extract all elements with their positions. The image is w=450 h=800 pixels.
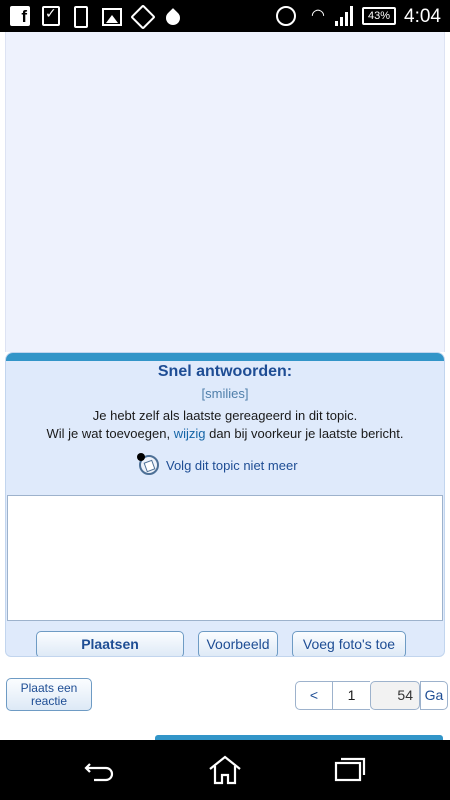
smilies-link[interactable]: [smilies] bbox=[6, 386, 444, 401]
reply-textarea[interactable] bbox=[7, 495, 443, 621]
status-time: 4:04 bbox=[404, 6, 441, 27]
unfollow-icon bbox=[137, 453, 159, 475]
preview-button[interactable]: Voorbeeld bbox=[198, 631, 278, 656]
post-reply-button[interactable]: Plaats een reactie bbox=[6, 678, 92, 711]
add-photos-button[interactable]: Voeg foto's toe bbox=[292, 631, 406, 656]
content-area: Snel antwoorden: [smilies] Je hebt zelf … bbox=[0, 32, 450, 740]
battery-icon: 43% bbox=[362, 7, 396, 25]
edit-link[interactable]: wijzig bbox=[174, 426, 206, 441]
tag-icon bbox=[130, 4, 156, 30]
phone-icon bbox=[74, 6, 88, 28]
page-number-button[interactable]: 1 bbox=[333, 681, 370, 710]
notice-text: dan bij voorkeur je laatste bericht. bbox=[205, 426, 404, 441]
drop-icon bbox=[163, 8, 183, 28]
gallery-icon bbox=[102, 8, 122, 26]
wifi-icon: ◠ bbox=[311, 7, 325, 24]
reply-header-bar bbox=[6, 353, 444, 361]
notice-line-1: Je hebt zelf als laatste gereageerd in d… bbox=[92, 408, 358, 423]
go-button[interactable]: Ga bbox=[420, 681, 448, 710]
unfollow-topic-link[interactable]: Volg dit topic niet meer bbox=[137, 453, 298, 476]
quick-reply-box: Snel antwoorden: [smilies] Je hebt zelf … bbox=[5, 352, 445, 657]
back-icon[interactable] bbox=[82, 754, 118, 786]
post-button[interactable]: Plaatsen bbox=[36, 631, 184, 656]
unfollow-label: Volg dit topic niet meer bbox=[166, 457, 298, 473]
reply-notice: Je hebt zelf als laatste gereageerd in d… bbox=[6, 407, 444, 443]
checklist-icon: ✓ bbox=[42, 6, 60, 26]
page-number-input[interactable]: 54 bbox=[370, 681, 420, 710]
post-reply-label-2: reactie bbox=[30, 694, 68, 708]
reply-title: Snel antwoorden: bbox=[157, 363, 293, 380]
home-icon[interactable] bbox=[207, 754, 243, 786]
signal-icon bbox=[335, 6, 355, 26]
status-bar: f ✓ ◠ 43% 4:04 bbox=[0, 0, 450, 32]
notice-text: Wil je wat toevoegen, bbox=[46, 426, 174, 441]
notice-line-2: Wil je wat toevoegen, wijzig dan bij voo… bbox=[6, 425, 444, 443]
navigation-bar bbox=[0, 740, 450, 800]
recent-apps-icon[interactable] bbox=[332, 754, 368, 786]
alarm-icon bbox=[276, 6, 296, 26]
topic-content-panel bbox=[5, 32, 445, 352]
previous-page-button[interactable]: < bbox=[295, 681, 333, 710]
facebook-icon: f bbox=[10, 6, 30, 26]
